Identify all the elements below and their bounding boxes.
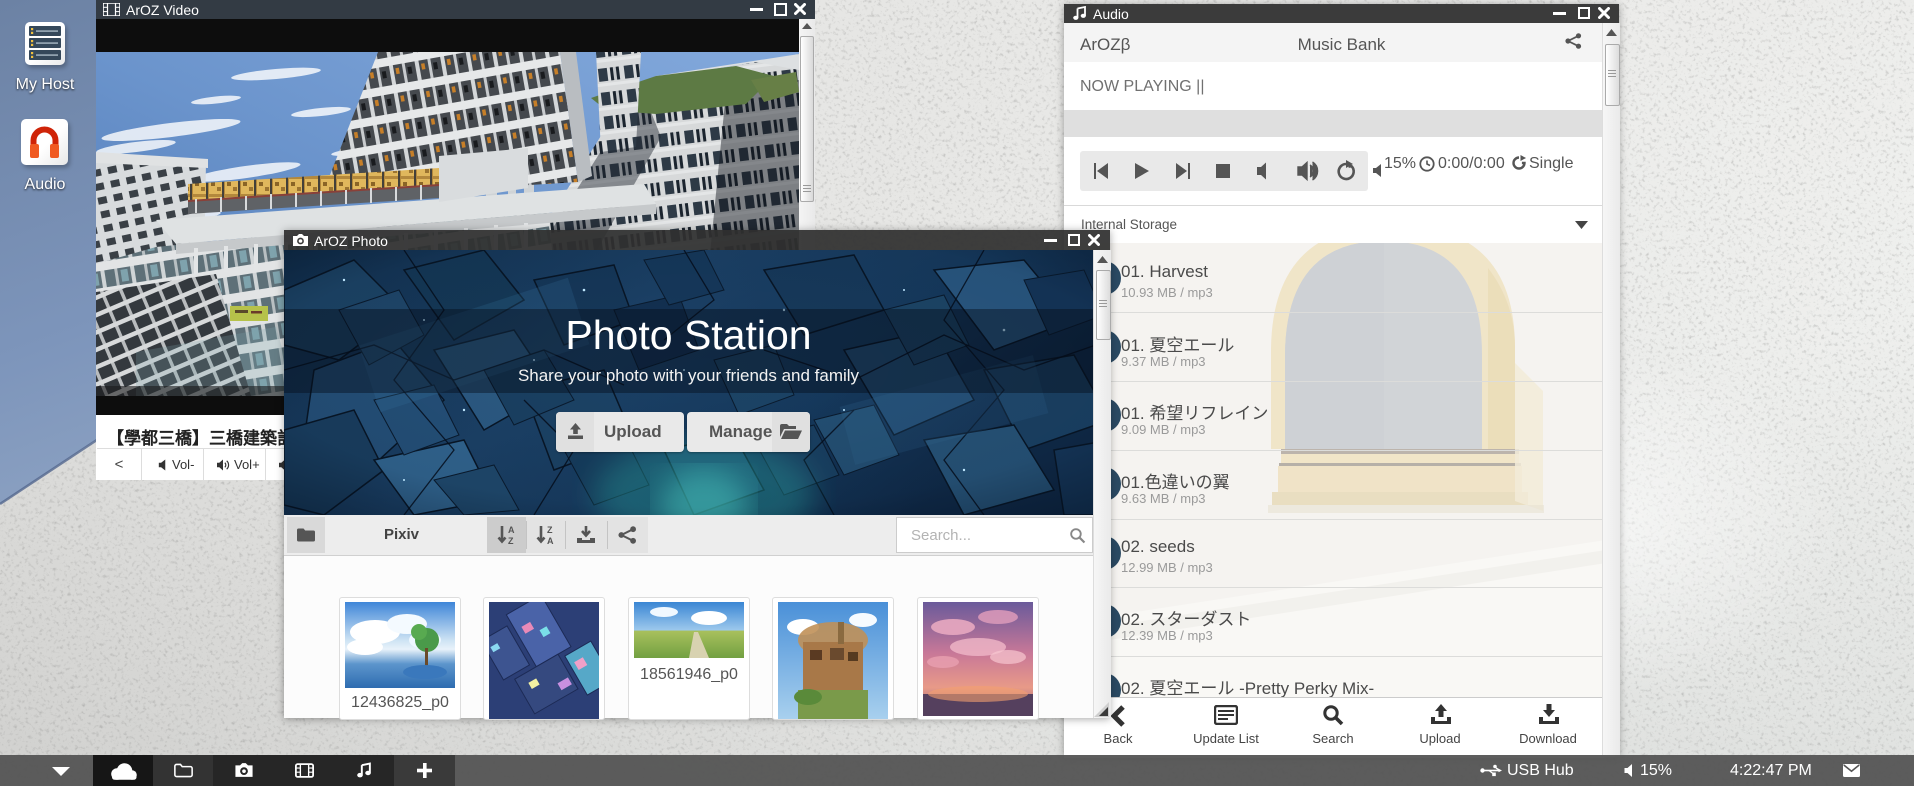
svg-text:A: A xyxy=(508,525,515,535)
svg-text:Z: Z xyxy=(547,525,553,535)
svg-text:Z: Z xyxy=(508,536,514,546)
svg-text:A: A xyxy=(547,536,554,546)
